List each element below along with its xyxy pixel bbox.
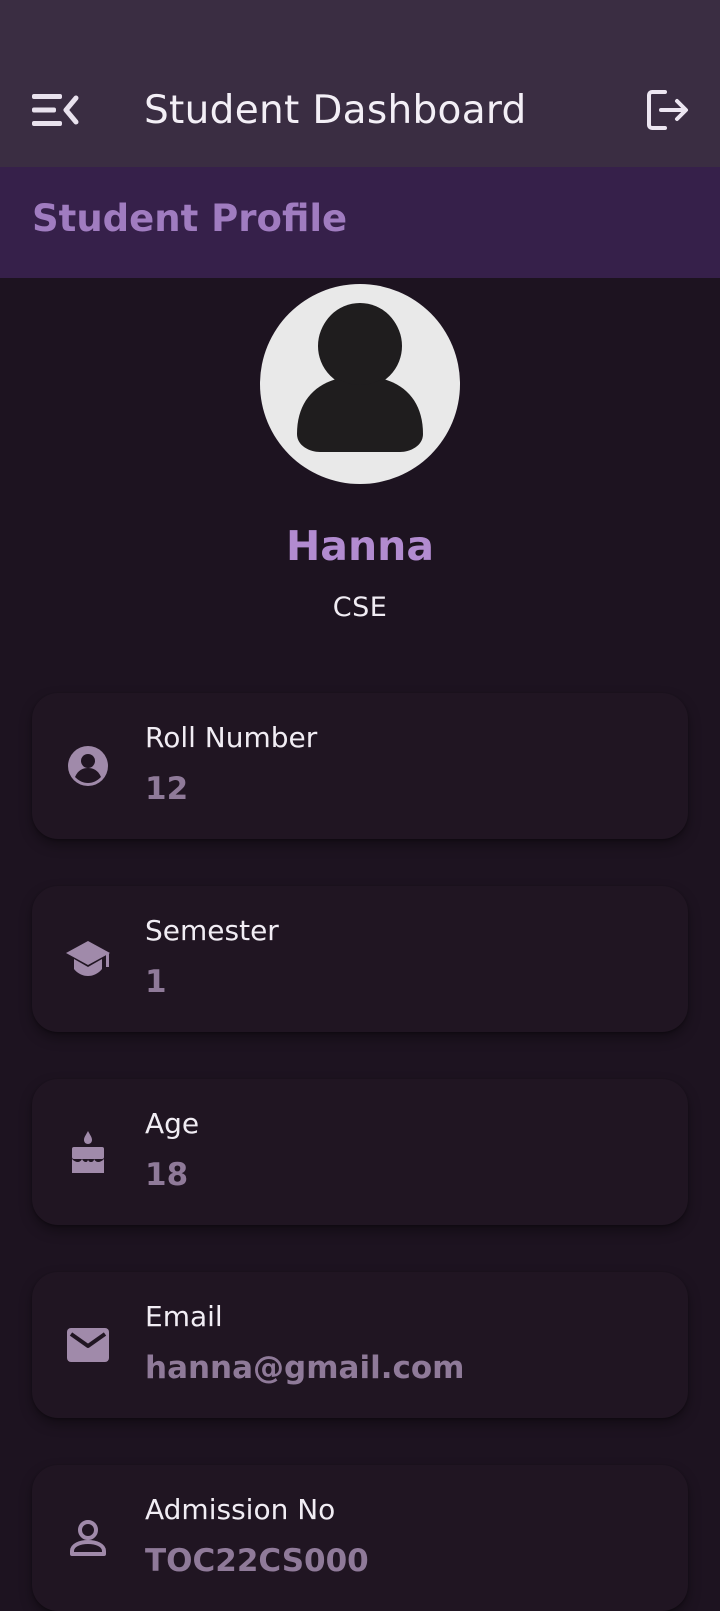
email-icon (64, 1321, 112, 1369)
card-label: Semester (145, 914, 279, 947)
info-card-roll-number: Roll Number 12 (32, 693, 688, 839)
status-bar (0, 0, 720, 54)
card-label: Email (145, 1300, 223, 1333)
student-name: Hanna (285, 522, 435, 570)
card-label: Roll Number (145, 721, 318, 754)
person-avatar-icon (297, 300, 423, 452)
card-value: 12 (145, 771, 189, 807)
avatar (260, 284, 460, 484)
card-value: 18 (145, 1157, 189, 1193)
student-department: CSE (332, 592, 388, 623)
info-card-email: Email hanna@gmail.com (32, 1272, 688, 1418)
app-bar: Student Dashboard (0, 54, 720, 167)
cake-icon (64, 1128, 112, 1176)
card-label: Age (145, 1107, 200, 1140)
card-value: TOC22CS000 (145, 1543, 369, 1579)
menu-open-icon (32, 94, 79, 126)
info-card-age: Age 18 (32, 1079, 688, 1225)
section-title: Student Profile (32, 197, 348, 240)
card-value: 1 (145, 964, 167, 1000)
logout-button[interactable] (642, 84, 694, 136)
page-title: Student Dashboard (144, 88, 527, 133)
section-header: Student Profile (0, 167, 720, 278)
info-card-admission-no: Admission No TOC22CS000 (32, 1465, 688, 1611)
info-card-semester: Semester 1 (32, 886, 688, 1032)
card-value: hanna@gmail.com (145, 1350, 465, 1386)
menu-open-button[interactable] (26, 84, 82, 136)
logout-icon (647, 90, 688, 130)
person-outline-icon (64, 1514, 112, 1562)
account-circle-icon (64, 742, 112, 790)
card-label: Admission No (145, 1493, 336, 1526)
school-icon (64, 935, 112, 983)
